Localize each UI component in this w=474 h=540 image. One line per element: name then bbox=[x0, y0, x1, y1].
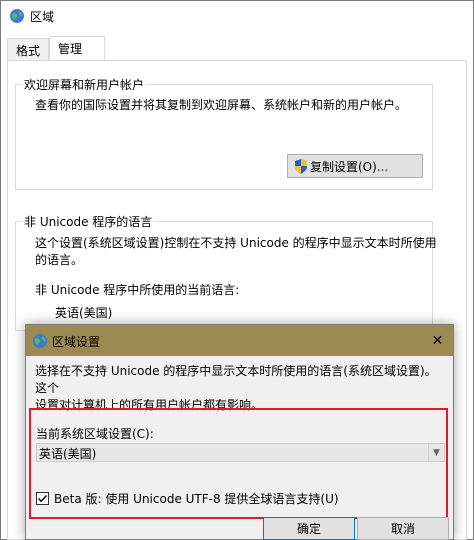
utf8-beta-label: Beta 版: 使用 Unicode UTF-8 提供全球语言支持(U) bbox=[54, 492, 339, 506]
globe-icon bbox=[10, 9, 24, 23]
dialog-title: 区域设置 bbox=[52, 335, 101, 349]
region-settings-dialog: 区域设置 ✕ 选择在不支持 Unicode 的程序中显示文本时所使用的语言(系统… bbox=[25, 324, 454, 540]
cancel-button[interactable]: 取消 bbox=[357, 517, 449, 540]
uac-shield-icon bbox=[295, 159, 307, 174]
non-unicode-group-label: 非 Unicode 程序的语言 bbox=[22, 213, 155, 230]
system-locale-value: 英语(美国) bbox=[39, 447, 97, 461]
utf8-beta-checkbox[interactable] bbox=[36, 492, 49, 505]
tab-administrative[interactable]: 管理 bbox=[49, 36, 105, 62]
current-language-value: 英语(美国) bbox=[55, 306, 113, 320]
globe-icon bbox=[33, 334, 47, 348]
welcome-group-label: 欢迎屏幕和新用户帐户 bbox=[22, 76, 147, 93]
dialog-description: 选择在不支持 Unicode 的程序中显示文本时所使用的语言(系统区域设置)。这… bbox=[35, 363, 447, 414]
non-unicode-description-line2: 的语言。 bbox=[35, 253, 84, 267]
current-locale-label: 当前系统区域设置(C): bbox=[36, 427, 154, 441]
dialog-description-line1: 选择在不支持 Unicode 的程序中显示文本时所使用的语言(系统区域设置)。这… bbox=[35, 364, 437, 395]
window-title: 区域 bbox=[30, 10, 55, 24]
utf8-beta-option[interactable]: Beta 版: 使用 Unicode UTF-8 提供全球语言支持(U) bbox=[36, 490, 339, 507]
close-icon[interactable]: ✕ bbox=[422, 325, 453, 356]
ok-button[interactable]: 确定 bbox=[263, 517, 355, 540]
copy-settings-button[interactable]: 复制设置(O)... bbox=[287, 154, 423, 178]
checkmark-icon bbox=[38, 495, 48, 503]
welcome-description: 查看你的国际设置并将其复制到欢迎屏幕、系统帐户和新的用户帐户。 bbox=[35, 98, 408, 112]
non-unicode-description-line1: 这个设置(系统区域设置)控制在不支持 Unicode 的程序中显示文本时所使用 bbox=[35, 236, 437, 250]
title-bar: 区域 bbox=[1, 1, 473, 31]
copy-settings-label: 复制设置(O)... bbox=[310, 159, 389, 174]
tab-formats[interactable]: 格式 bbox=[7, 38, 49, 60]
chevron-down-icon: ▼ bbox=[428, 444, 444, 461]
dialog-title-bar: 区域设置 ✕ bbox=[26, 325, 453, 356]
current-language-label: 非 Unicode 程序中所使用的当前语言: bbox=[35, 283, 240, 297]
system-locale-select[interactable]: 英语(美国) ▼ bbox=[36, 443, 445, 462]
